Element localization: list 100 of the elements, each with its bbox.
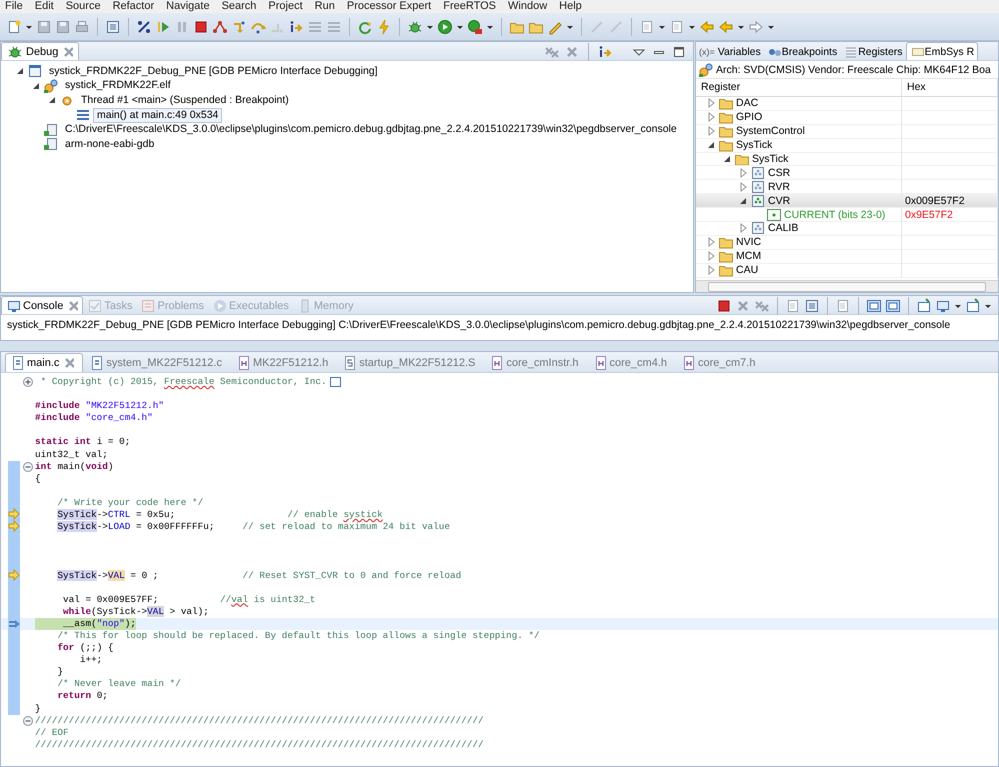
- expand-toggle-icon[interactable]: [706, 264, 716, 277]
- tree-item[interactable]: arm-none-eabi-gdb: [61, 136, 158, 152]
- terminate-icon[interactable]: [716, 298, 732, 314]
- tree-item[interactable]: main() at main.c:49 0x534: [93, 108, 222, 123]
- editor-tab[interactable]: core_cm4.h: [588, 354, 675, 372]
- tasks-icon: [87, 298, 102, 314]
- view-tab[interactable]: (x)= Variables: [696, 43, 764, 60]
- editor-tab[interactable]: core_cm7.h: [677, 354, 764, 372]
- menu-item[interactable]: Run: [310, 0, 340, 13]
- view-tab[interactable]: Console: [1, 296, 84, 314]
- menu-item[interactable]: Window: [503, 0, 552, 13]
- code-line: #include "MK22F51212.h": [35, 400, 164, 412]
- expand-toggle-icon[interactable]: [738, 180, 748, 194]
- code-line: /* Write your code here */: [56, 496, 204, 510]
- folder-icon: [718, 110, 734, 124]
- view-tab[interactable]: Breakpoints: [764, 43, 840, 60]
- table-row[interactable]: NVIC: [696, 236, 998, 250]
- tree-item[interactable]: C:\DriverE\Freescale\KDS_3.0.0\eclipse\plugins\com.pemicro.debug.gdbjtag.pne_2.2.4.201510221739\win32\pegdbserver_console: [61, 122, 681, 138]
- tree-item[interactable]: Thread #1 <main> (Suspended : Breakpoint): [77, 92, 293, 108]
- step-into-icon[interactable]: [231, 18, 247, 34]
- disconnect-icon[interactable]: [136, 18, 152, 34]
- folder-icon: [718, 264, 734, 277]
- problems-icon: [140, 298, 154, 314]
- column-header[interactable]: Hex: [902, 79, 998, 96]
- register-icon: [750, 222, 766, 235]
- menu-item[interactable]: Processor Expert: [342, 0, 436, 13]
- table-row[interactable]: CURRENT (bits 23-0) 0x9E57F2: [696, 208, 998, 222]
- file-icon: [342, 355, 356, 371]
- menu-item[interactable]: File: [0, 0, 28, 13]
- table-row[interactable]: SysTick: [696, 152, 998, 166]
- expand-toggle-icon[interactable]: [706, 250, 716, 263]
- expand-toggle-icon[interactable]: [706, 124, 716, 138]
- register-icon: [750, 194, 766, 208]
- console-text: systick_FRDMK22F_Debug_PNE [GDB PEMicro Interface Debugging] C:\DriverE\Freescale\KDS_3.0.0\eclipse\plugins\com.pemicro.debug.gdbjtag.pne_2.2.4.201510221739\win32\pegdbserver_console: [6, 318, 952, 333]
- view-tab[interactable]: EmbSys R: [906, 42, 978, 60]
- menu-item[interactable]: Search: [216, 0, 262, 13]
- code-line: static int i = 0;: [35, 436, 130, 449]
- table-row[interactable]: GPIO: [696, 110, 998, 125]
- table-row[interactable]: MCM: [696, 250, 998, 264]
- register-icon: [750, 166, 766, 180]
- run-icon[interactable]: [437, 18, 453, 34]
- new-file-icon[interactable]: [6, 18, 22, 34]
- menu-item[interactable]: FreeRTOS: [438, 0, 502, 13]
- instruction-step-icon[interactable]: [597, 44, 613, 60]
- expand-toggle-icon[interactable]: [706, 97, 716, 110]
- tree-item[interactable]: systick_FRDMK22F_Debug_PNE [GDB PEMicro Interface Debugging]: [45, 64, 382, 79]
- code-line: while(SysTick->VAL > val);: [62, 606, 209, 618]
- expand-toggle-icon[interactable]: [706, 236, 716, 249]
- save-all-icon[interactable]: [55, 18, 71, 34]
- print-icon[interactable]: [74, 18, 90, 34]
- code-line: SysTick->LOAD = 0x00FFFFFFu; // set reload to maximum 24 bit value: [56, 521, 450, 534]
- folder-icon: [734, 152, 750, 166]
- code-line: i++;: [78, 654, 102, 666]
- debug-tab[interactable]: Debug: [1, 42, 80, 60]
- code-line: SysTick->CTRL = 0x5u; // enable systick: [56, 509, 383, 522]
- horizontal-scrollbar[interactable]: [696, 280, 998, 292]
- hex-value: 0x9E57F2: [904, 208, 953, 221]
- register-name: MCM: [736, 250, 762, 262]
- register-name: NVIC: [736, 236, 762, 248]
- code-line: /* This for loop should be replaced. By default this loop allows a single stepping. */: [56, 630, 540, 642]
- editor-tab[interactable]: MK22F51212.h: [232, 354, 336, 372]
- table-row[interactable]: CAU: [696, 264, 998, 278]
- menu-item[interactable]: Refactor: [108, 0, 160, 13]
- table-row[interactable]: SysTick: [696, 138, 998, 153]
- folder-icon: [718, 124, 734, 138]
- expand-toggle-icon[interactable]: [738, 222, 748, 235]
- instruction-step-icon[interactable]: [288, 18, 304, 34]
- tree-item[interactable]: systick_FRDMK22F.elf: [61, 78, 175, 94]
- register-name: RVR: [768, 180, 790, 193]
- code-line: for (;;) {: [56, 642, 114, 654]
- table-row[interactable]: CSR: [696, 166, 998, 180]
- folder-icon: [718, 250, 734, 263]
- editor-tab[interactable]: main.c: [5, 353, 84, 372]
- terminate-icon[interactable]: [193, 18, 209, 34]
- register-name: SysTick: [736, 139, 772, 152]
- table-row[interactable]: DAC: [696, 97, 998, 111]
- menu-item[interactable]: Help: [554, 0, 587, 13]
- menu-item[interactable]: Edit: [30, 0, 59, 13]
- code-line: }: [35, 702, 41, 715]
- expand-toggle-icon[interactable]: [706, 110, 716, 124]
- external-tool-icon[interactable]: [467, 18, 483, 34]
- file-icon: [10, 355, 24, 371]
- network-icon[interactable]: [212, 18, 228, 34]
- menu-item[interactable]: Project: [263, 0, 308, 13]
- view-tab[interactable]: Registers: [840, 43, 906, 60]
- column-header[interactable]: Register: [696, 79, 902, 96]
- expand-toggle-icon[interactable]: [738, 166, 748, 180]
- field-icon: [766, 208, 782, 222]
- editor-tab[interactable]: startup_MK22F51212.S: [338, 354, 484, 372]
- editor-tab[interactable]: core_cmInstr.h: [485, 354, 587, 372]
- gears-icon: [43, 78, 59, 94]
- table-row[interactable]: SystemControl: [696, 124, 998, 139]
- register-name: GPIO: [736, 111, 762, 124]
- table-row[interactable]: CVR 0x009E57F2: [696, 194, 998, 208]
- menu-item[interactable]: Source: [60, 0, 106, 13]
- editor-tab[interactable]: system_MK22F51212.c: [85, 354, 230, 372]
- menu-item[interactable]: Navigate: [161, 0, 215, 13]
- code-line: /* Never leave main */: [56, 678, 181, 690]
- table-row[interactable]: CALIB: [696, 222, 998, 236]
- code-line: return 0;: [56, 690, 108, 703]
